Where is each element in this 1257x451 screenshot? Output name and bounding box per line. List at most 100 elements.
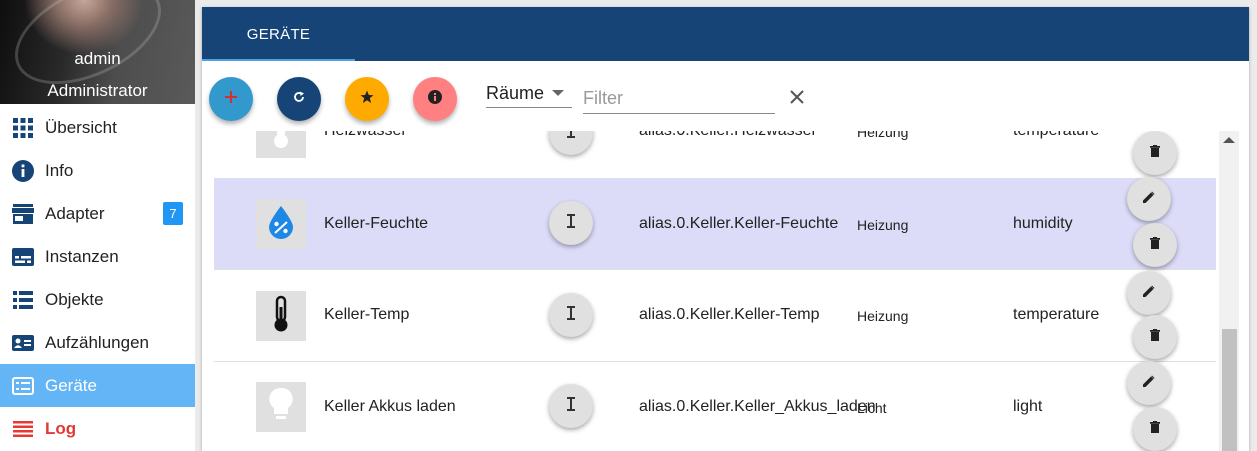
list-icon [11, 288, 35, 312]
device-function: temperature [1013, 306, 1100, 323]
sidebar-item-overview[interactable]: Übersicht [0, 106, 195, 149]
edit-states-button[interactable] [549, 131, 593, 155]
delete-button[interactable] [1133, 315, 1177, 359]
thermometer-icon [271, 295, 291, 338]
scrollbar[interactable] [1219, 131, 1239, 451]
device-icon [256, 199, 306, 249]
filter-input[interactable] [583, 83, 775, 114]
info-icon [428, 89, 442, 109]
chevron-up-icon[interactable] [1223, 137, 1235, 143]
device-room: Heizung [857, 308, 909, 324]
device-name: Keller Akkus laden [324, 398, 456, 415]
sidebar-item-objects[interactable]: Objekte [0, 278, 195, 321]
tab-devices[interactable]: GERÄTE [202, 7, 355, 61]
contact-card-icon [11, 331, 35, 355]
water-percent-icon [268, 205, 294, 244]
device-row[interactable]: Keller-Feuchte alias.0.Keller.Keller-Feu… [214, 178, 1216, 270]
tab-bar: GERÄTE [202, 7, 1249, 61]
sidebar-item-label: Info [45, 160, 74, 180]
subtitles-icon [11, 245, 35, 269]
adapter-count-badge: 7 [163, 202, 183, 225]
star-icon [360, 90, 374, 109]
toolbar: Räume [202, 61, 1249, 131]
sidebar-item-devices[interactable]: Geräte [0, 364, 195, 407]
sidebar-nav: Übersicht Info Adapter 7 Instanzen Objek… [0, 106, 195, 450]
info-icon [11, 159, 35, 183]
delete-button[interactable] [1133, 223, 1177, 267]
device-function: humidity [1013, 215, 1073, 232]
cursor-text-icon [566, 131, 576, 144]
device-name: Keller-Feuchte [324, 215, 429, 232]
device-room: Heizung [857, 217, 909, 233]
devices-panel: GERÄTE Räume Filter Heizung Keller-Feuch… [202, 7, 1249, 451]
edit-states-button[interactable] [549, 293, 593, 337]
user-role: Administrator [47, 81, 148, 100]
sidebar-item-instances[interactable]: Instanzen [0, 235, 195, 278]
main-area: GERÄTE Räume Filter Heizung Keller-Feuch… [195, 0, 1257, 451]
sidebar-item-adapter[interactable]: Adapter 7 [0, 192, 195, 235]
device-name: Keller-Temp [324, 306, 410, 323]
store-icon [11, 202, 35, 226]
sidebar-item-log[interactable]: Log [0, 407, 195, 450]
device-list: Heizwasser alias.0.Keller.Heizwasser Hei… [214, 131, 1216, 451]
edit-states-button[interactable] [549, 384, 593, 428]
sidebar-item-label: Adapter [45, 203, 105, 223]
user-profile: admin Administrator [0, 0, 195, 104]
devices-list-icon [11, 374, 35, 398]
sidebar-item-label: Geräte [45, 375, 97, 395]
device-row[interactable]: Keller-Temp alias.0.Keller.Keller-Temp H… [214, 270, 1216, 362]
apps-icon [11, 116, 35, 140]
device-row[interactable]: Heizwasser alias.0.Keller.Heizwasser Hei… [214, 131, 1216, 179]
pencil-icon [1143, 284, 1155, 302]
user-name: admin [74, 49, 121, 68]
info-button[interactable] [413, 77, 457, 121]
delete-button[interactable] [1133, 407, 1177, 451]
device-icon [256, 131, 306, 158]
edit-states-button[interactable] [549, 201, 593, 245]
device-room: Heizung [857, 131, 909, 140]
pencil-icon [1143, 374, 1155, 392]
favorite-button[interactable] [345, 77, 389, 121]
refresh-icon [293, 90, 305, 108]
device-room: Licht [857, 400, 887, 416]
thermometer-icon [271, 131, 291, 154]
device-icon [256, 382, 306, 432]
device-name: Heizwasser [324, 131, 407, 140]
sidebar-item-label: Aufzählungen [45, 332, 149, 352]
refresh-button[interactable] [277, 77, 321, 121]
cursor-text-icon [566, 305, 576, 326]
sidebar-item-label: Übersicht [45, 117, 117, 137]
sidebar-item-info[interactable]: Info [0, 149, 195, 192]
device-icon [256, 291, 306, 341]
edit-button[interactable] [1127, 177, 1171, 221]
chevron-down-icon [552, 90, 564, 96]
sidebar-item-enums[interactable]: Aufzählungen [0, 321, 195, 364]
rooms-select-value: Räume [486, 82, 545, 103]
trash-icon [1150, 328, 1160, 346]
pencil-icon [1143, 190, 1155, 208]
close-icon[interactable] [790, 90, 806, 106]
device-id: alias.0.Keller.Keller_Akkus_laden [639, 398, 876, 415]
device-function: light [1013, 398, 1043, 415]
sidebar-item-label: Instanzen [45, 246, 119, 266]
device-id: alias.0.Keller.Keller-Feuchte [639, 215, 839, 232]
device-function: temperature [1013, 131, 1099, 140]
edit-button[interactable] [1127, 361, 1171, 405]
trash-icon [1150, 420, 1160, 438]
rooms-select[interactable]: Räume [486, 79, 572, 108]
plus-icon [225, 90, 237, 108]
add-device-button[interactable] [209, 77, 253, 121]
scrollbar-thumb[interactable] [1222, 329, 1237, 451]
edit-button[interactable] [1127, 271, 1171, 315]
sidebar-item-label: Log [45, 418, 77, 438]
sidebar: admin Administrator Übersicht Info Adapt… [0, 0, 195, 451]
log-lines-icon [11, 417, 35, 441]
device-row[interactable]: Keller Akkus laden alias.0.Keller.Keller… [214, 361, 1216, 451]
sidebar-item-label: Objekte [45, 289, 104, 309]
cursor-text-icon [566, 396, 576, 417]
device-id: alias.0.Keller.Heizwasser [639, 131, 817, 140]
delete-button[interactable] [1133, 131, 1177, 175]
trash-icon [1150, 236, 1160, 254]
trash-icon [1150, 144, 1160, 162]
lightbulb-icon [268, 387, 294, 428]
